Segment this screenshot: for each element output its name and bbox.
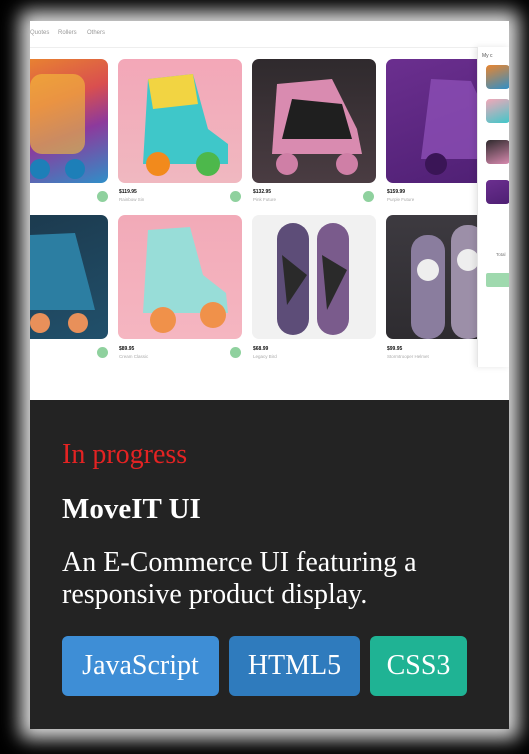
product-image-legacy-bird: [252, 215, 376, 339]
product-image-rainbow-skate: [30, 59, 108, 183]
cart-item-thumbnail: [486, 180, 509, 204]
nav-item: Quotes: [30, 30, 50, 36]
nav-item: Rollers: [58, 30, 77, 36]
project-status: In progress: [62, 439, 188, 470]
add-to-cart-button[interactable]: [230, 347, 241, 358]
product-price: $159.99: [387, 189, 406, 195]
project-screenshot: Quotes Rollers Others $119.95 Rainbow Si…: [30, 21, 509, 400]
add-to-cart-button[interactable]: [97, 347, 108, 358]
nav-item: Others: [87, 30, 106, 36]
tag-html5: HTML5: [229, 636, 360, 696]
product-image-cream-classic: [118, 215, 242, 339]
project-title: MoveIT UI: [62, 493, 201, 525]
cart-item-thumbnail: [486, 99, 509, 123]
product-image-pink-future: [252, 59, 376, 183]
product-price: $132.95: [253, 189, 272, 195]
product-name: Pink Future: [253, 197, 277, 202]
product-name: Stormtrooper Helmet: [387, 354, 429, 359]
checkout-button[interactable]: [486, 273, 509, 287]
cart-panel: My c Total: [477, 47, 509, 367]
product-price: $68.99: [253, 346, 269, 352]
tag-javascript: JavaScript: [62, 636, 219, 696]
product-price: $119.95: [119, 189, 137, 195]
cart-total-label: Total: [496, 252, 506, 257]
product-image-rainbow-sin: [118, 59, 242, 183]
product-name: Purple Future: [387, 197, 415, 202]
project-card[interactable]: Quotes Rollers Others $119.95 Rainbow Si…: [30, 21, 509, 729]
screenshot-navbar: Quotes Rollers Others: [30, 21, 509, 48]
project-description: An E-Commerce UI featuring a responsive …: [62, 547, 417, 610]
add-to-cart-button[interactable]: [97, 191, 108, 202]
cart-header: My c: [482, 53, 493, 59]
product-name: Rainbow Sin: [119, 197, 145, 202]
tag-css3: CSS3: [370, 636, 467, 696]
product-image-teal-skate: [30, 215, 108, 339]
add-to-cart-button[interactable]: [363, 191, 374, 202]
add-to-cart-button[interactable]: [230, 191, 241, 202]
cart-item-thumbnail: [486, 65, 509, 89]
cart-item-thumbnail: [486, 140, 509, 164]
product-name: Legacy Bird: [253, 354, 277, 359]
product-price: $89.95: [119, 346, 135, 352]
product-name: Cream Classic: [119, 354, 149, 359]
product-price: $99.95: [387, 346, 403, 352]
